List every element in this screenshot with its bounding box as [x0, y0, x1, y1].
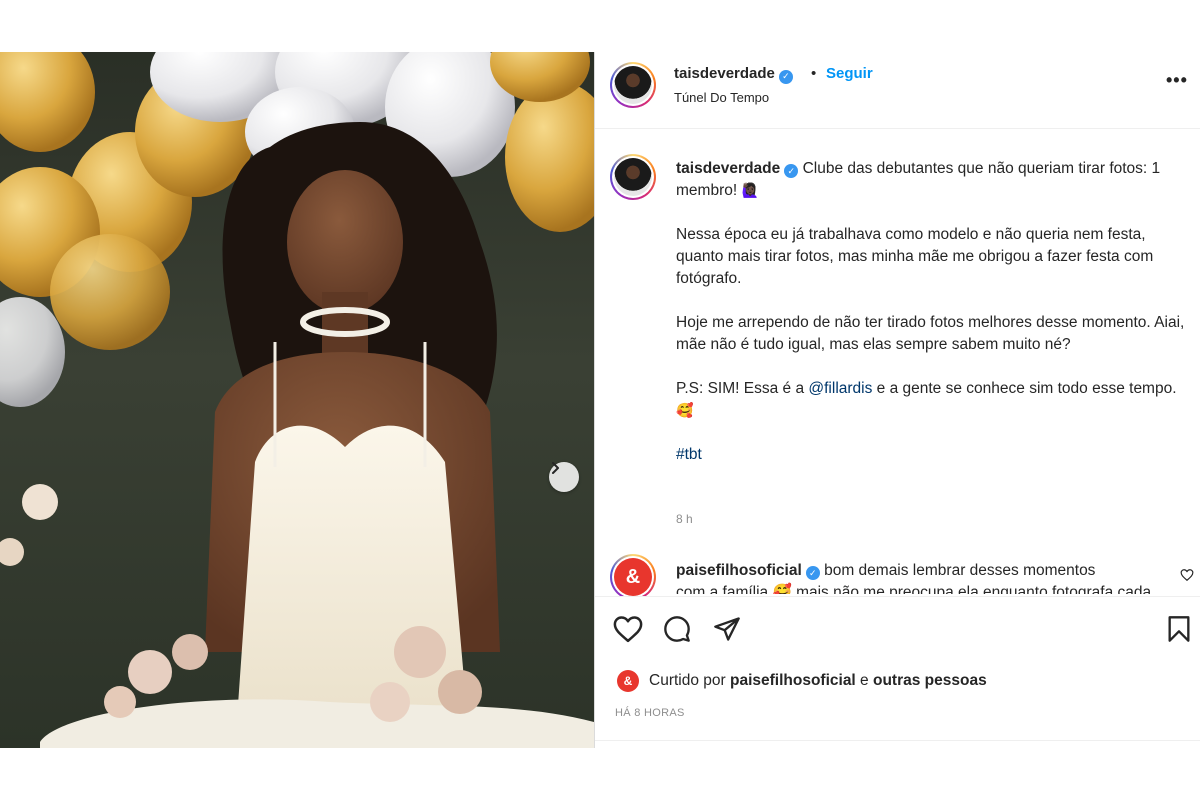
verified-badge-icon: ✓ [784, 164, 799, 178]
comment-bubble-icon[interactable] [663, 615, 691, 643]
liker-avatar[interactable]: & [617, 670, 639, 692]
verified-badge-icon: ✓ [778, 69, 793, 84]
caption-paragraph-3: Hoje me arrependo de não ter tirado foto… [676, 314, 1185, 353]
next-photo-button[interactable] [549, 462, 579, 492]
caption-username[interactable]: taisdeverdade [676, 160, 780, 177]
post-side-panel: taisdeverdade ✓ • Seguir Túnel Do Tempo •… [595, 52, 1200, 748]
hashtag-link[interactable]: #tbt [676, 446, 702, 463]
caption-author-avatar[interactable] [610, 154, 656, 200]
commenter-avatar[interactable]: & [610, 554, 656, 596]
caption-ps-text-end: e a gente se conhece sim todo esse tempo… [872, 380, 1177, 397]
share-send-icon[interactable] [713, 615, 741, 643]
photo-illustration [0, 52, 594, 748]
save-bookmark-icon[interactable] [1167, 615, 1191, 643]
caption-ps-text: P.S: SIM! Essa é a [676, 380, 809, 397]
caption-timestamp[interactable]: 8 h [676, 512, 693, 526]
like-comment-heart-icon[interactable] [1180, 568, 1194, 582]
liked-by: Curtido por paisefilhosoficial e outras … [649, 672, 987, 690]
post-caption: taisdeverdade ✓ Clube das debutantes que … [676, 158, 1196, 466]
mention-link[interactable]: @fillardis [808, 380, 872, 397]
verified-badge-icon: ✓ [805, 566, 820, 580]
panel-bottom-border [595, 740, 1200, 741]
author-avatar[interactable] [610, 62, 656, 108]
liked-by-user[interactable]: paisefilhosoficial [730, 672, 856, 689]
liked-by-prefix: Curtido por [649, 672, 730, 689]
comment-text-overflow: com a família 🥰 mais não me preocupa ela… [676, 584, 1152, 594]
liked-by-conjunction: e [855, 672, 873, 689]
brand-ampersand-icon: & [614, 558, 652, 596]
author-username-text[interactable]: taisdeverdade [674, 65, 775, 82]
comment-text: bom demais lembrar desses momentos [824, 562, 1096, 579]
caption-paragraph-2: Nessa época eu já trabalhava como modelo… [676, 226, 1154, 287]
separator-dot: • [811, 65, 817, 82]
more-options-icon[interactable]: ••• [1166, 70, 1188, 91]
follow-button[interactable]: Seguir [826, 65, 873, 82]
chevron-right-icon [552, 462, 559, 474]
post-actions: & Curtido por paisefilhosoficial e outra… [595, 596, 1200, 748]
location-link[interactable]: Túnel Do Tempo [674, 90, 769, 105]
post-header: taisdeverdade ✓ • Seguir Túnel Do Tempo •… [595, 52, 1200, 129]
raising-hand-emoji: 🙋🏿‍♀️ [741, 183, 759, 199]
post-timestamp[interactable]: HÁ 8 HORAS [615, 707, 685, 719]
author-username[interactable]: taisdeverdade ✓ [674, 65, 793, 84]
smiling-hearts-emoji: 🥰 [676, 403, 694, 419]
like-heart-icon[interactable] [613, 615, 643, 643]
comments-section[interactable]: taisdeverdade ✓ Clube das debutantes que … [595, 130, 1200, 596]
commenter-username[interactable]: paisefilhosoficial [676, 562, 802, 579]
caption-paragraph-4: P.S: SIM! Essa é a @fillardis e a gente … [676, 378, 1196, 422]
post-photo[interactable] [0, 52, 594, 748]
liked-by-others[interactable]: outras pessoas [873, 672, 987, 689]
comment: paisefilhosoficial ✓ bom demais lembrar d… [676, 560, 1156, 582]
